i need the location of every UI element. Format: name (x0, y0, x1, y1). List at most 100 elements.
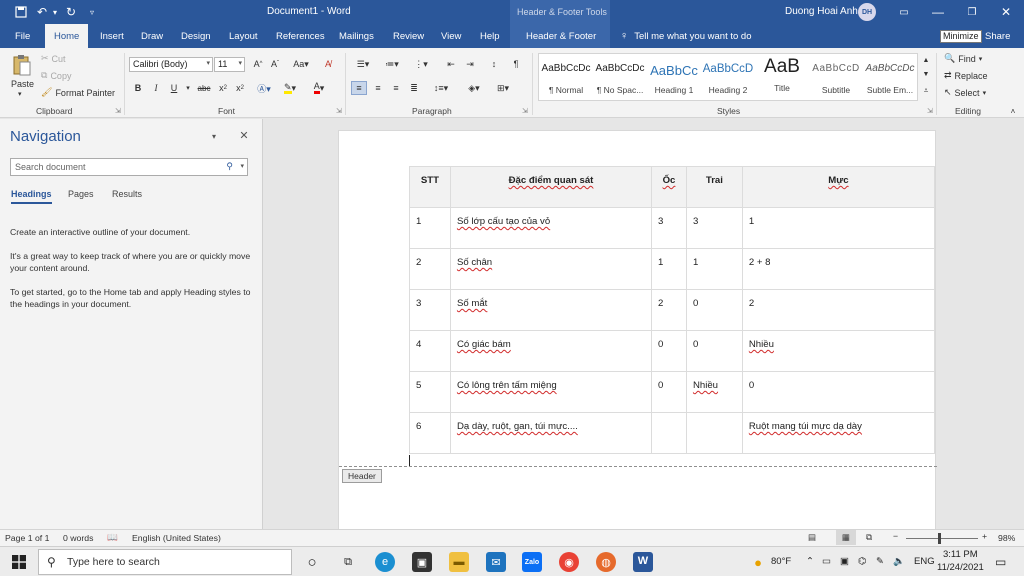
task-view-icon[interactable]: ⧉ (338, 552, 358, 572)
paragraph-launcher-icon[interactable]: ⇲ (522, 107, 528, 115)
table-cell[interactable]: 2 (409, 248, 451, 290)
column-header[interactable]: Đặc điểm quan sát (449, 166, 653, 208)
table-cell[interactable]: Có lông trên tấm miệng (449, 371, 653, 413)
table-cell[interactable]: 1 (685, 248, 743, 290)
paste-icon[interactable] (11, 54, 33, 76)
find-button[interactable]: 🔍 Find ▾ (944, 53, 982, 64)
grow-font-icon[interactable]: A ^ (250, 57, 266, 71)
restore-button[interactable]: ❐ (955, 0, 989, 24)
tab-home[interactable]: Home (45, 24, 89, 48)
clear-formatting-icon[interactable]: A̸ (320, 57, 336, 71)
cut-button[interactable]: ✂ Cut (41, 53, 66, 64)
clipboard-launcher-icon[interactable]: ⇲ (115, 107, 121, 115)
subscript-icon[interactable]: x2 (215, 81, 231, 95)
styles-launcher-icon[interactable]: ⇲ (927, 107, 933, 115)
cortana-icon[interactable]: ○ (302, 552, 322, 572)
tab-mailings[interactable]: Mailings (339, 24, 374, 48)
tab-review[interactable]: Review (393, 24, 424, 48)
windows-start-icon[interactable] (9, 552, 29, 572)
table-cell[interactable]: 3 (685, 207, 743, 249)
multilevel-list-icon[interactable]: ⋮▾ (410, 57, 432, 71)
change-case-icon[interactable]: Aa▾ (290, 57, 312, 71)
chevron-down-icon[interactable]: ▾ (240, 162, 244, 170)
column-header[interactable]: STT (409, 166, 451, 208)
weather-icon[interactable]: ● (748, 552, 768, 572)
word-icon[interactable]: W (633, 552, 653, 572)
align-right-icon[interactable]: ≡ (388, 81, 404, 95)
page-count[interactable]: Page 1 of 1 (5, 533, 49, 543)
table-cell[interactable]: 3 (651, 207, 687, 249)
shading-icon[interactable]: ◈▾ (463, 81, 485, 95)
user-name[interactable]: Duong Hoai Anh (785, 6, 858, 17)
read-mode-icon[interactable]: ▤ (808, 532, 816, 543)
style-no-spacing[interactable]: AaBbCcDc ¶ No Spac... (593, 54, 647, 100)
style-heading-1[interactable]: AaBbCc Heading 1 (647, 54, 701, 100)
paste-button[interactable]: Paste (11, 79, 34, 89)
tab-help[interactable]: Help (480, 24, 500, 48)
column-header[interactable]: Trai (685, 166, 743, 208)
borders-icon[interactable]: ⊞▾ (492, 81, 514, 95)
font-size-select[interactable]: 11 ▾ (214, 57, 245, 72)
font-launcher-icon[interactable]: ⇲ (336, 107, 342, 115)
style-subtitle[interactable]: AaBbCcD Subtitle (809, 54, 863, 100)
zoom-level[interactable]: 98% (998, 533, 1015, 543)
style-title[interactable]: AaB Title (755, 54, 809, 100)
select-button[interactable]: ↖ Select ▾ (944, 87, 986, 98)
sort-icon[interactable]: ↕ (486, 57, 502, 71)
table-cell[interactable]: 0 (685, 330, 743, 372)
numbering-icon[interactable]: ≔▾ (381, 57, 403, 71)
clock-date[interactable]: 11/24/2021 (937, 562, 984, 573)
copy-button[interactable]: ⧉ Copy (41, 70, 71, 81)
table-cell[interactable]: Số mắt (449, 289, 653, 331)
search-input[interactable]: Search document ⚲ ▾ (10, 158, 248, 176)
format-painter-button[interactable]: 🖌 Format Painter (41, 87, 115, 98)
zoom-out-button[interactable]: − (893, 531, 898, 541)
bold-icon[interactable]: B (130, 81, 146, 95)
table-cell[interactable]: Ruột mang túi mực dạ dày (741, 412, 936, 454)
firefox-icon[interactable]: ◍ (596, 552, 616, 572)
italic-icon[interactable]: I (148, 81, 164, 95)
table-cell[interactable]: 1 (741, 207, 936, 249)
taskbar-search-input[interactable]: ⚲ Type here to search (38, 549, 292, 575)
column-header[interactable]: Mực (741, 166, 936, 208)
styles-scroll-up-icon[interactable]: ▲ (918, 54, 934, 66)
styles-more-icon[interactable]: ⩡ (918, 84, 934, 98)
collapse-ribbon-icon[interactable]: ˄ (1005, 104, 1021, 118)
style-subtle-emphasis[interactable]: AaBbCcDc Subtle Em... (863, 54, 917, 100)
table-cell[interactable]: Nhiều (685, 371, 743, 413)
table-cell[interactable]: 4 (409, 330, 451, 372)
pen-icon[interactable]: ✎ (876, 556, 884, 567)
tab-header-footer[interactable]: Header & Footer (510, 24, 610, 48)
store-icon[interactable]: ▣ (412, 552, 432, 572)
print-layout-icon[interactable]: ▦ (836, 530, 856, 545)
column-header[interactable]: Ốc (651, 166, 687, 208)
table-cell[interactable]: 2 (651, 289, 687, 331)
shrink-font-icon[interactable]: Aˇ (267, 57, 283, 71)
close-icon[interactable]: ✕ (236, 128, 252, 142)
avatar[interactable]: DH (858, 3, 876, 21)
table-cell[interactable]: 5 (409, 371, 451, 413)
tab-design[interactable]: Design (181, 24, 211, 48)
share-button[interactable]: Share (985, 31, 1010, 42)
text-effects-icon[interactable]: Ⓐ▾ (256, 81, 272, 95)
volume-icon[interactable]: 🔈 (893, 556, 905, 567)
tab-layout[interactable]: Layout (229, 24, 258, 48)
table-cell[interactable]: 3 (409, 289, 451, 331)
network-icon[interactable]: ⌬ (858, 556, 866, 567)
tab-pages[interactable]: Pages (68, 189, 94, 199)
strikethrough-icon[interactable]: abc (196, 81, 212, 95)
notification-app-icon[interactable]: ▣ (840, 556, 849, 567)
save-icon[interactable] (15, 4, 27, 20)
show-formatting-icon[interactable]: ¶ (508, 57, 524, 71)
align-center-icon[interactable]: ≡ (370, 81, 386, 95)
table-cell[interactable]: 1 (409, 207, 451, 249)
web-layout-icon[interactable]: ⧉ (866, 532, 872, 543)
table-cell[interactable]: 2 + 8 (741, 248, 936, 290)
document-page[interactable]: STT Đặc điểm quan sát Ốc Trai Mực 1 Số l… (338, 130, 937, 530)
undo-icon[interactable]: ↶ (37, 4, 47, 20)
superscript-icon[interactable]: x2 (232, 81, 248, 95)
ribbon-display-icon[interactable]: ▭ (887, 0, 921, 24)
table-cell[interactable]: Số lớp cấu tạo của vỏ (449, 207, 653, 249)
input-language[interactable]: ENG (914, 556, 935, 567)
styles-scroll-down-icon[interactable]: ▼ (918, 68, 934, 80)
